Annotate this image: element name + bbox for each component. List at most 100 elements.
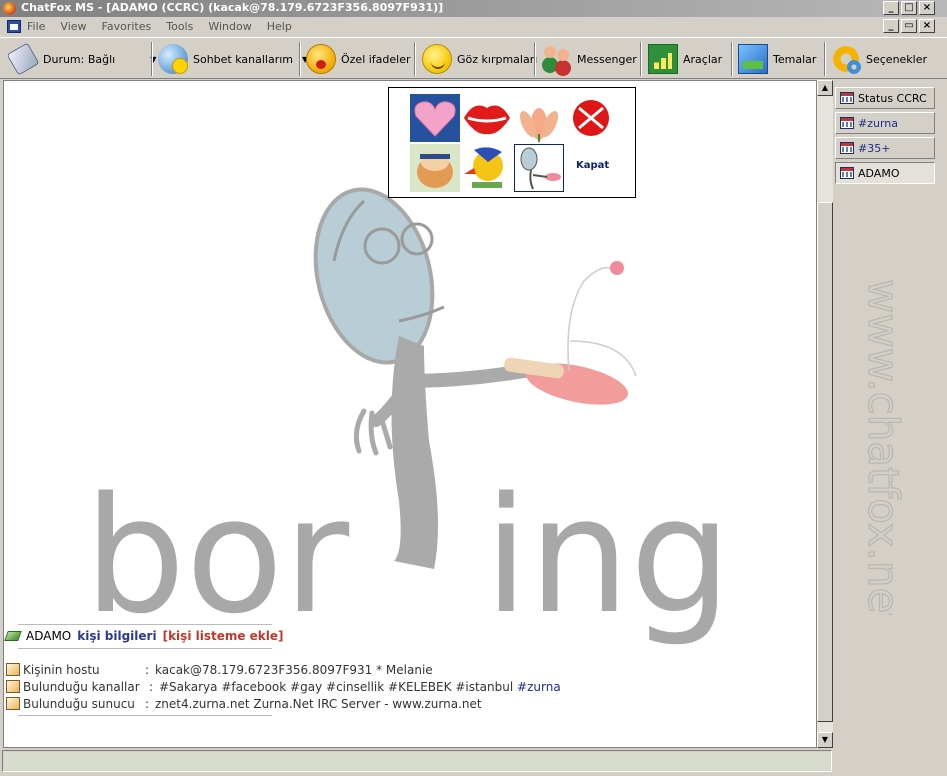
background-word-right: ing: [484, 462, 731, 649]
messenger-label: Messenger: [577, 52, 637, 66]
cartoon-dog-emoticon[interactable]: [410, 144, 460, 192]
scroll-down-button[interactable]: ▼: [817, 732, 833, 748]
window-tabs-panel: Status CCRC #zurna #35+ ADAMO www.chatfo…: [833, 80, 947, 748]
menu-view[interactable]: View: [60, 20, 86, 33]
chat-channels-dropdown[interactable]: Sohbet kanallarım ▼: [158, 41, 308, 77]
options-button[interactable]: Seçenekler: [831, 41, 927, 77]
status-bar: [2, 750, 832, 772]
winks-label: Göz kırpmaları: [457, 52, 538, 66]
messenger-users-icon: [542, 44, 572, 74]
winks-button[interactable]: Göz kırpmaları: [422, 41, 537, 77]
tools-button[interactable]: Araçlar: [648, 41, 722, 77]
window-controls: _ □ ×: [883, 1, 935, 15]
window-icon: [840, 142, 854, 154]
server-colon: :: [145, 696, 150, 711]
child-minimize-button[interactable]: _: [883, 19, 899, 33]
child-close-button[interactable]: ×: [919, 19, 935, 33]
heart-emoticon[interactable]: [410, 94, 460, 142]
toolbar-separator: [414, 42, 416, 76]
channel-link-highlighted[interactable]: #zurna: [517, 680, 561, 694]
channel-link[interactable]: #gay: [290, 680, 322, 694]
watermark-text: www.chatfox.net: [859, 279, 908, 615]
tongue-smiley-icon: [306, 44, 336, 74]
popup-close-link[interactable]: Kapat: [576, 160, 609, 171]
host-colon: :: [145, 662, 150, 677]
status-dropdown[interactable]: Durum: Bağlı ▼: [6, 41, 156, 77]
user-details-link[interactable]: kişi bilgileri: [77, 629, 156, 643]
server-label: Bulunduğu sunucu: [23, 696, 135, 711]
boring-man-emoticon[interactable]: [514, 144, 564, 192]
menu-favorites[interactable]: Favorites: [102, 20, 152, 33]
menu-window[interactable]: Window: [208, 20, 251, 33]
wink-smiley-icon: [422, 44, 452, 74]
user-info-header: ADAMO kişi bilgileri [kişi listeme ekle]: [4, 625, 284, 647]
user-nick[interactable]: ADAMO: [26, 629, 71, 643]
channel-link[interactable]: #Sakarya: [159, 680, 218, 694]
channel-link[interactable]: #facebook: [221, 680, 286, 694]
menu-file[interactable]: File: [27, 20, 45, 33]
tab-label: #35+: [858, 141, 891, 155]
gem-icon: [4, 631, 22, 641]
host-value: kacak@78.179.6723F356.8097F931 * Melanie: [155, 662, 433, 677]
emoticons-label: Özel ifadeler: [341, 52, 411, 66]
chatfox-watermark: www.chatfox.net: [858, 278, 908, 615]
tools-label: Araçlar: [683, 52, 723, 66]
window-icon: [840, 92, 854, 104]
lips-emoticon[interactable]: [462, 94, 512, 142]
maximize-button[interactable]: □: [901, 1, 917, 15]
themes-button[interactable]: Temalar: [738, 41, 816, 77]
chat-vertical-scrollbar[interactable]: ▲ ▼: [817, 80, 833, 748]
title-bar: ChatFox MS - [ADAMO (CCRC) (kacak@78.179…: [0, 0, 947, 17]
tab-35plus[interactable]: #35+: [835, 137, 935, 159]
channels-colon: :: [149, 679, 154, 694]
channel-link[interactable]: #KELEBEK: [388, 680, 451, 694]
cartoon-bird-emoticon[interactable]: [462, 144, 512, 192]
channel-link[interactable]: #istanbul: [455, 680, 513, 694]
status-bar-field: [4, 752, 830, 770]
mdi-child-window-icon[interactable]: [7, 20, 21, 33]
messenger-button[interactable]: Messenger: [542, 41, 637, 77]
menu-tools[interactable]: Tools: [166, 20, 193, 33]
tab-status-ccrc[interactable]: Status CCRC: [835, 87, 935, 109]
themes-label: Temalar: [773, 52, 817, 66]
tab-label: #zurna: [858, 116, 899, 130]
window-title: ChatFox MS - [ADAMO (CCRC) (kacak@78.179…: [21, 1, 444, 14]
close-button[interactable]: ×: [919, 1, 935, 15]
child-restore-button[interactable]: ▭: [901, 19, 917, 33]
divider: [18, 648, 272, 649]
child-window-controls: _ ▭ ×: [883, 19, 935, 33]
options-label: Seçenekler: [866, 52, 928, 66]
lotus-flower-emoticon[interactable]: [514, 94, 564, 142]
scroll-thumb[interactable]: [817, 202, 833, 722]
toolbar-separator: [299, 42, 301, 76]
minimize-button[interactable]: _: [883, 1, 899, 15]
emoticons-button[interactable]: Özel ifadeler: [306, 41, 411, 77]
channel-link[interactable]: #cinsellik: [326, 680, 384, 694]
chatfox-app-icon[interactable]: [3, 2, 16, 15]
toolbar-separator: [640, 42, 642, 76]
toolbar-separator: [151, 42, 153, 76]
divider: [18, 715, 272, 716]
status-icon: [6, 42, 40, 76]
toolbar-separator: [824, 42, 826, 76]
chat-message-area[interactable]: bor ing Kapat ADAMO kişi bilgileri [kişi…: [3, 80, 817, 748]
tab-zurna[interactable]: #zurna: [835, 112, 935, 134]
gears-icon: [831, 44, 861, 74]
chat-channels-label: Sohbet kanallarım: [193, 52, 294, 66]
chat-channels-icon: [158, 44, 188, 74]
add-to-list-link[interactable]: [kişi listeme ekle]: [163, 629, 284, 643]
channels-list: #Sakarya #facebook #gay #cinsellik #KELE…: [159, 680, 561, 694]
note-icon: [6, 680, 20, 693]
main-toolbar: Durum: Bağlı ▼ Sohbet kanallarım ▼ Özel …: [0, 37, 947, 79]
bar-chart-tools-icon: [648, 44, 678, 74]
host-label: Kişinin hostu: [23, 662, 100, 677]
emoticon-picker-popup: Kapat: [388, 87, 636, 198]
window-icon: [840, 117, 854, 129]
menu-help[interactable]: Help: [267, 20, 292, 33]
tab-adamo[interactable]: ADAMO: [835, 162, 935, 184]
scroll-up-button[interactable]: ▲: [817, 80, 833, 96]
server-row: Bulunduğu sunucu : znet4.zurna.net Zurna…: [6, 695, 482, 712]
red-ball-emoticon[interactable]: [566, 94, 616, 142]
menu-bar: File View Favorites Tools Window Help: [0, 17, 947, 37]
toolbar-separator: [731, 42, 733, 76]
